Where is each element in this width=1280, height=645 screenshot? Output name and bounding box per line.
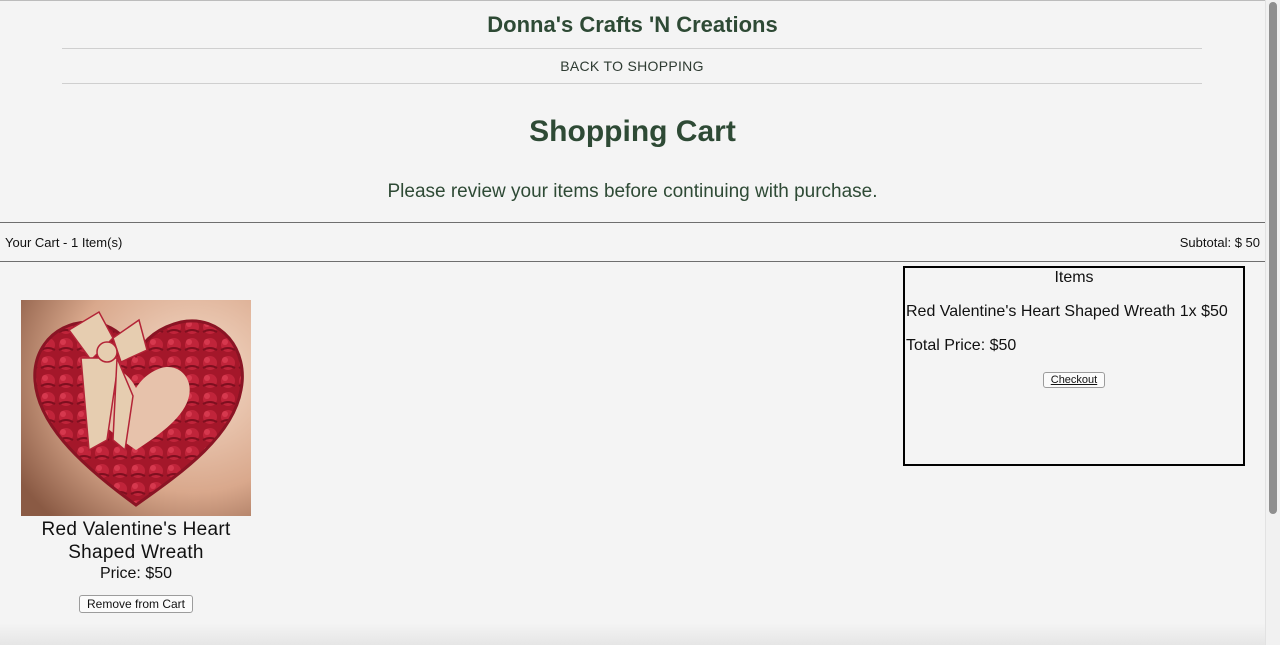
page: Donna's Crafts 'N Creations BACK TO SHOP… — [0, 0, 1265, 645]
summary-line-item: Red Valentine's Heart Shaped Wreath 1x $… — [906, 303, 1228, 320]
scrollbar-thumb[interactable] — [1269, 2, 1277, 514]
summary-total: Total Price: $50 — [906, 337, 1017, 354]
scrollbar[interactable] — [1265, 0, 1280, 645]
nav-bar: BACK TO SHOPPING — [62, 48, 1202, 84]
page-subtitle: Please review your items before continui… — [387, 181, 878, 202]
cart-subtotal: Subtotal: $ 50 — [1179, 234, 1260, 250]
back-to-shopping-link[interactable]: BACK TO SHOPPING — [560, 58, 704, 74]
remove-from-cart-button[interactable]: Remove from Cart — [78, 595, 194, 613]
product-card: Red Valentine's Heart Shaped Wreath Pric… — [21, 300, 251, 613]
cart-bar: Your Cart - 1 Item(s) Subtotal: $ 50 — [0, 222, 1265, 262]
product-price: Price: $50 — [99, 565, 173, 582]
site-title: Donna's Crafts 'N Creations — [487, 12, 778, 37]
summary-heading: Items — [1054, 269, 1094, 286]
product-name: Red Valentine's Heart Shaped Wreath — [41, 519, 231, 563]
page-title: Shopping Cart — [529, 115, 736, 148]
heart-wreath-image[interactable] — [21, 300, 251, 516]
cart-item-count: Your Cart - 1 Item(s) — [5, 234, 123, 250]
checkout-button[interactable]: Checkout — [1042, 372, 1106, 388]
checkout-wrap: Checkout — [905, 370, 1243, 388]
order-summary: Items Red Valentine's Heart Shaped Wreat… — [903, 266, 1245, 466]
bottom-shadow — [0, 623, 1265, 645]
